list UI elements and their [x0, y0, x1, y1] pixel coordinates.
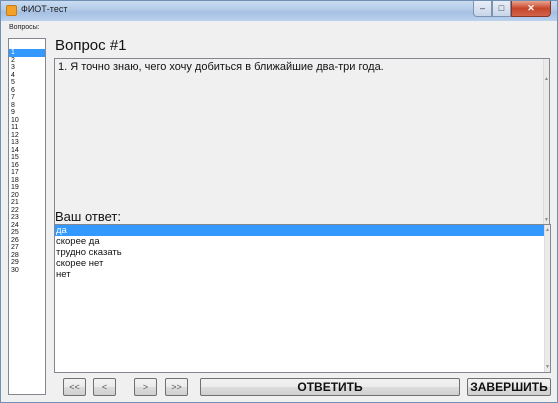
answer-option[interactable]: нет [55, 269, 545, 280]
next-question-button[interactable]: > [134, 378, 157, 396]
window-title: ФИОТ-тест [21, 4, 68, 14]
minimize-button[interactable]: – [473, 1, 492, 17]
question-list-item[interactable]: 28 [9, 252, 45, 260]
question-list-item[interactable]: 10 [9, 117, 45, 125]
question-list[interactable]: 1 2 3 4 5 6 7 8 9 10 11 12 13 14 15 16 17 18 19 20 21 22 23 24 2… [8, 38, 46, 395]
question-list-item[interactable]: 20 [9, 192, 45, 200]
question-list-item[interactable]: 2 [9, 57, 45, 65]
question-list-item[interactable]: 23 [9, 214, 45, 222]
app-icon [6, 5, 17, 16]
question-list-item[interactable]: 16 [9, 162, 45, 170]
scroll-down-icon[interactable]: ▼ [545, 364, 550, 370]
client-area: 1 2 3 4 5 6 7 8 9 10 11 12 13 14 15 16 17 18 19 20 21 22 23 24 2… [8, 21, 552, 397]
maximize-button[interactable]: □ [492, 1, 511, 17]
question-list-item[interactable]: 22 [9, 207, 45, 215]
question-list-item[interactable]: 9 [9, 109, 45, 117]
question-list-item[interactable]: 26 [9, 237, 45, 245]
question-list-item[interactable]: 14 [9, 147, 45, 155]
question-text: 1. Я точно знаю, чего хочу добиться в бл… [58, 61, 384, 73]
close-button[interactable]: ✕ [511, 1, 551, 17]
question-list-item[interactable]: 21 [9, 199, 45, 207]
answer-option[interactable]: скорее да [55, 236, 545, 247]
prev-question-button[interactable]: < [93, 378, 116, 396]
question-list-item[interactable]: 30 [9, 267, 45, 275]
question-list-item[interactable]: 15 [9, 154, 45, 162]
question-list-item[interactable]: 24 [9, 222, 45, 230]
question-list-item[interactable]: 13 [9, 139, 45, 147]
question-list-item[interactable]: 17 [9, 169, 45, 177]
question-list-item[interactable]: 25 [9, 229, 45, 237]
question-list-item[interactable]: 1 [9, 49, 45, 57]
app-window: ФИОТ-тест – □ ✕ 1 2 3 4 5 6 7 8 9 10 11 12 13 14 15 16 1… [0, 0, 558, 403]
answer-button[interactable]: ОТВЕТИТЬ [200, 378, 460, 396]
question-list-item[interactable]: 29 [9, 259, 45, 267]
question-list-item[interactable]: 27 [9, 244, 45, 252]
question-list-item[interactable]: 6 [9, 87, 45, 95]
question-list-label: Вопросы: [9, 24, 40, 31]
question-list-item[interactable]: 11 [9, 124, 45, 132]
answer-option[interactable]: трудно сказать [55, 247, 545, 258]
question-scrollbar[interactable]: ▲ ▼ [543, 59, 549, 225]
window-controls: – □ ✕ [473, 1, 551, 17]
answer-list[interactable]: да скорее да трудно сказать скорее нет нет ▲… [54, 224, 551, 373]
scroll-up-icon[interactable]: ▲ [544, 76, 549, 82]
question-text-box: 1. Я точно знаю, чего хочу добиться в бл… [54, 58, 550, 226]
answer-title: Ваш ответ: [55, 209, 121, 224]
first-question-button[interactable]: << [63, 378, 86, 396]
question-list-item[interactable]: 12 [9, 132, 45, 140]
answer-option[interactable]: да [55, 225, 545, 236]
scroll-up-icon[interactable]: ▲ [545, 227, 550, 233]
question-list-item[interactable]: 3 [9, 64, 45, 72]
answer-scrollbar[interactable]: ▲ ▼ [544, 225, 550, 372]
question-list-item[interactable]: 8 [9, 102, 45, 110]
last-question-button[interactable]: >> [165, 378, 188, 396]
question-title: Вопрос #1 [55, 37, 127, 54]
question-list-item[interactable]: 4 [9, 72, 45, 80]
question-list-item[interactable]: 5 [9, 79, 45, 87]
question-list-item[interactable]: 19 [9, 184, 45, 192]
question-list-item[interactable]: 7 [9, 94, 45, 102]
question-list-item[interactable]: 18 [9, 177, 45, 185]
title-bar[interactable]: ФИОТ-тест – □ ✕ [1, 1, 557, 21]
answer-option[interactable]: скорее нет [55, 258, 545, 269]
finish-button[interactable]: ЗАВЕРШИТЬ [467, 378, 551, 396]
scroll-down-icon[interactable]: ▼ [544, 217, 549, 223]
